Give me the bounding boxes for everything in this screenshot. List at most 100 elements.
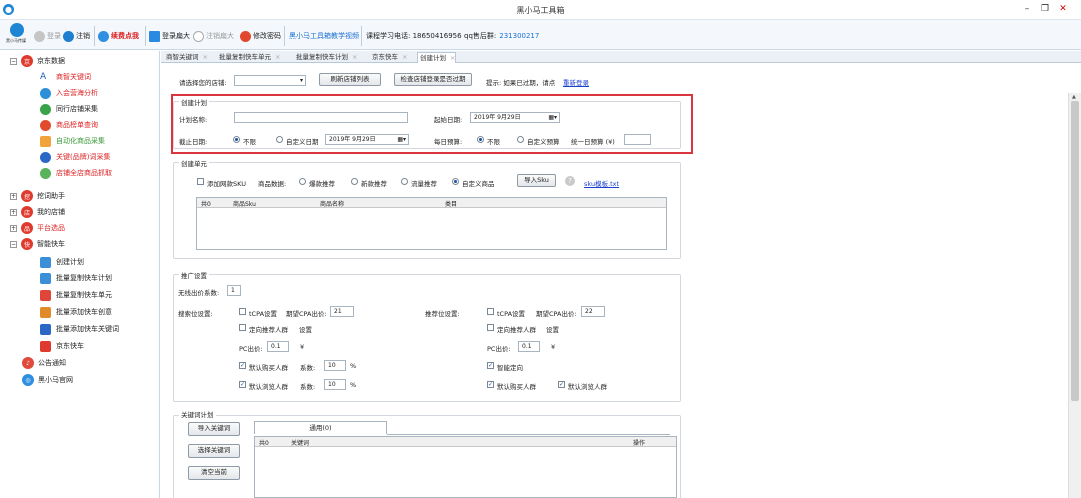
collapse-icon[interactable]: −: [10, 240, 17, 248]
tutorial-video-link[interactable]: 黑小马工具箱教学视频: [289, 29, 359, 43]
tab-close-icon[interactable]: ×: [352, 53, 357, 61]
sidebar-item-official-site[interactable]: ◎ 黑小马官网: [22, 373, 73, 387]
sidebar-item-store-products-fetch[interactable]: 店铺全店商品抓取: [40, 166, 112, 180]
close-icon[interactable]: ✕: [1055, 3, 1071, 16]
sidebar-item-peer-store-collect[interactable]: 同行店铺采集: [40, 102, 98, 116]
recommend-default-buyers-checkbox[interactable]: ✓: [487, 381, 494, 388]
logout-button[interactable]: 注销: [63, 29, 90, 43]
recommend-cpa-input[interactable]: 22: [581, 306, 605, 317]
tree-node-dig-helper[interactable]: + 挖 挖词助手: [10, 189, 65, 203]
course-phone: 课程学习电话: 18650416956: [366, 32, 462, 40]
logout-maximize-button[interactable]: 注销扁大: [193, 29, 234, 43]
check-login-expired-button[interactable]: 检查店铺登录是否过期: [394, 73, 472, 86]
expand-icon[interactable]: +: [10, 224, 17, 232]
renew-button[interactable]: 续费点我: [98, 29, 139, 43]
hot-recommend-radio[interactable]: [299, 178, 306, 185]
sidebar-item-membership-analysis[interactable]: 入会营海分析: [40, 86, 98, 100]
sidebar-item-announcement[interactable]: ♪ 公告通知: [22, 356, 66, 370]
keyword-icon: [40, 323, 51, 335]
restore-icon[interactable]: ❐: [1037, 3, 1053, 16]
sidebar-item-shangzhi-keywords[interactable]: A 商智关键词: [40, 70, 91, 84]
recommend-targeting-settings-link[interactable]: 设置: [546, 324, 559, 334]
relogin-link[interactable]: 重新登录: [563, 77, 589, 87]
sidebar-item-product-ranking[interactable]: 商品榜单查询: [40, 118, 98, 132]
search-tcpa-checkbox[interactable]: [239, 308, 246, 315]
recommend-tcpa-checkbox[interactable]: [487, 308, 494, 315]
tab-close-icon[interactable]: ×: [203, 53, 208, 61]
expand-icon[interactable]: +: [10, 208, 17, 216]
sidebar-item-auto-collect[interactable]: 自动化商品采集: [40, 134, 105, 148]
tab-copy-express-unit[interactable]: 批量复制快车单元 ×: [217, 52, 280, 63]
search-pc-bid-input[interactable]: 0.1: [267, 341, 289, 352]
recommend-pc-bid-label: PC出价:: [487, 345, 511, 353]
column-keyword: 关键词: [291, 440, 310, 447]
medal-icon: [40, 119, 51, 131]
tab-shangzhi-keywords[interactable]: 商智关键词 ×: [164, 52, 208, 63]
tab-general-keywords[interactable]: 通用(0): [254, 421, 387, 434]
creative-icon: [40, 306, 51, 318]
add-sku-checkbox[interactable]: [197, 178, 204, 185]
scroll-up-icon[interactable]: ▲: [1072, 94, 1076, 100]
import-sku-button[interactable]: 导入Sku: [517, 174, 556, 187]
recommend-pc-bid-input[interactable]: 0.1: [518, 341, 540, 352]
minimize-icon[interactable]: –: [1019, 3, 1035, 16]
sidebar-item-add-express-keywords[interactable]: 批量添加快车关键词: [40, 322, 119, 336]
buyers-coef-input[interactable]: 10: [324, 360, 346, 371]
sku-template-link[interactable]: sku模板.txt: [584, 178, 619, 188]
tab-copy-express-plan[interactable]: 批量复制快车计划 ×: [294, 52, 357, 63]
tree-node-my-store[interactable]: + 店 我的店铺: [10, 205, 65, 219]
store-select[interactable]: ▾: [234, 75, 306, 86]
import-keywords-button[interactable]: 导入关键词: [188, 422, 240, 436]
vertical-scrollbar[interactable]: ▲: [1068, 93, 1081, 498]
search-position-label: 搜索位设置:: [178, 310, 213, 318]
sidebar-item-add-express-creative[interactable]: 批量添加快车创意: [40, 305, 112, 319]
tree-node-smart-express[interactable]: − 快 智能快车: [10, 237, 65, 251]
browsers-coef-input[interactable]: 10: [324, 379, 346, 390]
sidebar-item-brand-keyword-collect[interactable]: 关键(品牌)词采集: [40, 150, 110, 164]
wireless-coef-input[interactable]: 1: [227, 285, 241, 296]
tree-node-jd-data[interactable]: − 京 京东数据: [10, 54, 65, 68]
custom-product-label: 自定义商品: [462, 180, 495, 188]
search-targeting-settings-link[interactable]: 设置: [299, 324, 312, 334]
tree-node-platform-picks[interactable]: + 品 平台选品: [10, 221, 65, 235]
toolbar-separator: [94, 26, 95, 46]
recommend-default-browsers-checkbox[interactable]: ✓: [558, 381, 565, 388]
table-header: 共0 商品Sku 商品名称 类目: [197, 198, 666, 208]
renew-icon: [98, 30, 109, 42]
expand-icon[interactable]: +: [10, 192, 17, 200]
tab-close-icon[interactable]: ×: [450, 54, 455, 62]
sidebar-item-create-plan[interactable]: 创建计划: [40, 255, 84, 269]
search-default-browsers-checkbox[interactable]: ✓: [239, 381, 246, 388]
help-icon[interactable]: ?: [565, 176, 575, 186]
new-recommend-radio[interactable]: [351, 178, 358, 185]
tab-close-icon[interactable]: ×: [275, 53, 280, 61]
tab-close-icon[interactable]: ×: [402, 53, 407, 61]
search-pc-bid-label: PC出价:: [239, 345, 263, 353]
tab-create-plan[interactable]: 创建计划 ×: [417, 52, 457, 63]
search-default-buyers-checkbox[interactable]: ✓: [239, 362, 246, 369]
custom-product-radio[interactable]: [452, 178, 459, 185]
login-button[interactable]: 登录: [34, 29, 61, 43]
select-keywords-button[interactable]: 选择关键词: [188, 444, 240, 458]
recommend-targeting-checkbox[interactable]: [487, 324, 494, 331]
analysis-icon: [40, 87, 51, 99]
toolbar-separator: [361, 26, 362, 46]
scrollbar-thumb[interactable]: [1071, 101, 1079, 401]
collapse-icon[interactable]: −: [10, 57, 17, 65]
magnifier-icon: [40, 167, 51, 179]
sidebar-item-copy-express-plan[interactable]: 批量复制快车计划: [40, 271, 112, 285]
tab-jd-express[interactable]: 京东快车 ×: [370, 52, 407, 63]
change-password-button[interactable]: 修改密码: [240, 29, 281, 43]
search-cpa-input[interactable]: 21: [330, 306, 354, 317]
clear-current-button[interactable]: 清空当前: [188, 466, 240, 480]
tip-text: 提示: 如果已过期，请点: [486, 79, 556, 87]
refresh-store-list-button[interactable]: 刷新店铺列表: [319, 73, 381, 86]
search-targeting-checkbox[interactable]: [239, 324, 246, 331]
sidebar-item-jd-express[interactable]: 京东快车: [40, 339, 84, 353]
sidebar-item-copy-express-unit[interactable]: 批量复制快车单元: [40, 288, 112, 302]
smart-targeting-checkbox[interactable]: ✓: [487, 362, 494, 369]
flow-recommend-radio[interactable]: [401, 178, 408, 185]
sku-table: 共0 商品Sku 商品名称 类目: [196, 197, 667, 250]
maximize-login-button[interactable]: 登录扁大: [149, 29, 190, 43]
brand-logo: 黑小马传媒: [6, 23, 28, 45]
